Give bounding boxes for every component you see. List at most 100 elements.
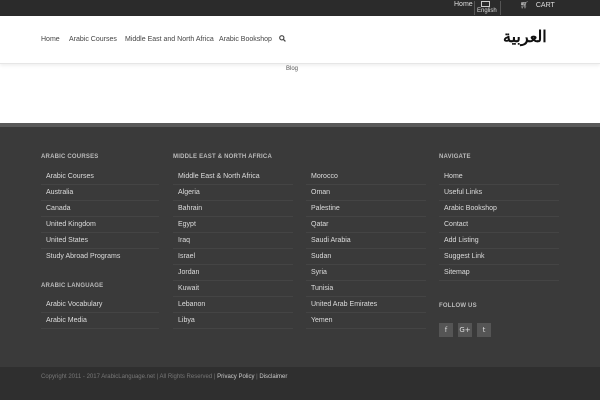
footer-separator <box>439 248 559 249</box>
footer-separator <box>306 200 426 201</box>
footer-separator <box>439 232 559 233</box>
language-label: English <box>477 8 497 14</box>
footer-separator <box>306 280 426 281</box>
footer-heading-navigate: NAVIGATE <box>439 154 471 160</box>
footer-separator <box>173 184 293 185</box>
footer-link[interactable]: Sudan <box>311 253 331 260</box>
copyright: Copyright 2011 - 2017 ArabicLanguage.net… <box>41 374 287 380</box>
footer-link[interactable]: Arabic Media <box>46 317 87 324</box>
top-home-link[interactable]: Home <box>454 1 473 8</box>
footer-link[interactable]: Libya <box>178 317 195 324</box>
footer-separator <box>439 216 559 217</box>
footer-separator <box>173 216 293 217</box>
nav-middle-east[interactable]: Middle East and North Africa <box>125 36 214 43</box>
site-logo[interactable]: العربية <box>503 27 547 46</box>
footer-link[interactable]: United States <box>46 237 88 244</box>
footer-link[interactable]: Jordan <box>178 269 199 276</box>
footer-separator <box>41 328 159 329</box>
cart-icon: 🛒︎ <box>520 2 529 9</box>
twitter-icon[interactable]: t <box>477 323 491 337</box>
cart-link[interactable]: 🛒︎ CART <box>520 1 555 9</box>
footer-separator <box>41 312 159 313</box>
footer-link[interactable]: Egypt <box>178 221 196 228</box>
footer-link[interactable]: Home <box>444 173 463 180</box>
disclaimer-link[interactable]: Disclaimer <box>259 374 287 380</box>
copyright-text: Copyright 2011 - 2017 ArabicLanguage.net… <box>41 374 216 380</box>
top-bar: Home English 🛒︎ CART <box>0 0 600 16</box>
footer-link[interactable]: Bahrain <box>178 205 202 212</box>
footer-link[interactable]: Yemen <box>311 317 333 324</box>
search-icon[interactable] <box>279 35 286 44</box>
footer-separator <box>306 264 426 265</box>
footer-link[interactable]: Arabic Vocabulary <box>46 301 102 308</box>
bottom-bar: Copyright 2011 - 2017 ArabicLanguage.net… <box>0 367 600 400</box>
footer-separator <box>306 312 426 313</box>
site-header: Home Arabic Courses Middle East and Nort… <box>0 16 600 64</box>
footer-link[interactable]: Tunisia <box>311 285 333 292</box>
footer-link[interactable]: Add Listing <box>444 237 479 244</box>
footer-link[interactable]: Arabic Bookshop <box>444 205 497 212</box>
footer-link[interactable]: United Kingdom <box>46 221 96 228</box>
footer-link[interactable]: Contact <box>444 221 468 228</box>
footer-link[interactable]: Iraq <box>178 237 190 244</box>
google-plus-icon[interactable]: G+ <box>458 323 472 337</box>
footer-link[interactable]: Syria <box>311 269 327 276</box>
footer-link[interactable]: Saudi Arabia <box>311 237 351 244</box>
facebook-icon[interactable]: f <box>439 323 453 337</box>
footer-link[interactable]: Arabic Courses <box>46 173 94 180</box>
footer-link[interactable]: United Arab Emirates <box>311 301 377 308</box>
footer-separator <box>41 200 159 201</box>
footer-separator <box>439 184 559 185</box>
footer-separator <box>41 184 159 185</box>
footer-separator <box>173 264 293 265</box>
footer-heading-mena: MIDDLE EAST & NORTH AFRICA <box>173 154 272 160</box>
top-divider <box>500 1 501 15</box>
copyright-separator: | <box>256 374 258 380</box>
footer-separator <box>173 280 293 281</box>
footer-separator <box>173 248 293 249</box>
footer-separator <box>439 200 559 201</box>
footer-link[interactable]: Australia <box>46 189 73 196</box>
footer-link[interactable]: Morocco <box>311 173 338 180</box>
breadcrumb[interactable]: Blog <box>286 66 298 72</box>
privacy-policy-link[interactable]: Privacy Policy <box>217 374 254 380</box>
footer-separator <box>173 328 293 329</box>
footer-separator <box>306 216 426 217</box>
footer-separator <box>306 232 426 233</box>
cart-label: CART <box>535 2 555 9</box>
footer-link[interactable]: Canada <box>46 205 71 212</box>
footer-link[interactable]: Sitemap <box>444 269 470 276</box>
footer-separator <box>306 296 426 297</box>
footer-link[interactable]: Study Abroad Programs <box>46 253 120 260</box>
nav-arabic-bookshop[interactable]: Arabic Bookshop <box>219 36 272 43</box>
footer-heading-arabic-language: ARABIC LANGUAGE <box>41 283 104 289</box>
footer-link[interactable]: Qatar <box>311 221 329 228</box>
footer: ARABIC COURSES Arabic Courses Australia … <box>0 127 600 367</box>
footer-link[interactable]: Middle East & North Africa <box>178 173 260 180</box>
flag-icon <box>481 1 490 7</box>
footer-heading-follow-us: FOLLOW US <box>439 303 477 309</box>
footer-separator <box>173 232 293 233</box>
footer-link[interactable]: Suggest Link <box>444 253 484 260</box>
footer-separator <box>41 216 159 217</box>
footer-link[interactable]: Lebanon <box>178 301 205 308</box>
footer-separator <box>41 248 159 249</box>
footer-separator <box>306 248 426 249</box>
nav-arabic-courses[interactable]: Arabic Courses <box>69 36 117 43</box>
top-divider <box>474 1 475 15</box>
footer-link[interactable]: Palestine <box>311 205 340 212</box>
footer-separator <box>173 312 293 313</box>
footer-link[interactable]: Algeria <box>178 189 200 196</box>
footer-separator <box>306 328 426 329</box>
language-switcher[interactable]: English <box>476 0 498 16</box>
footer-link[interactable]: Kuwait <box>178 285 199 292</box>
footer-separator <box>41 232 159 233</box>
footer-link[interactable]: Israel <box>178 253 195 260</box>
footer-separator <box>173 200 293 201</box>
footer-heading-arabic-courses: ARABIC COURSES <box>41 154 99 160</box>
footer-separator <box>173 296 293 297</box>
footer-link[interactable]: Useful Links <box>444 189 482 196</box>
footer-link[interactable]: Oman <box>311 189 330 196</box>
nav-home[interactable]: Home <box>41 36 60 43</box>
footer-separator <box>439 264 559 265</box>
